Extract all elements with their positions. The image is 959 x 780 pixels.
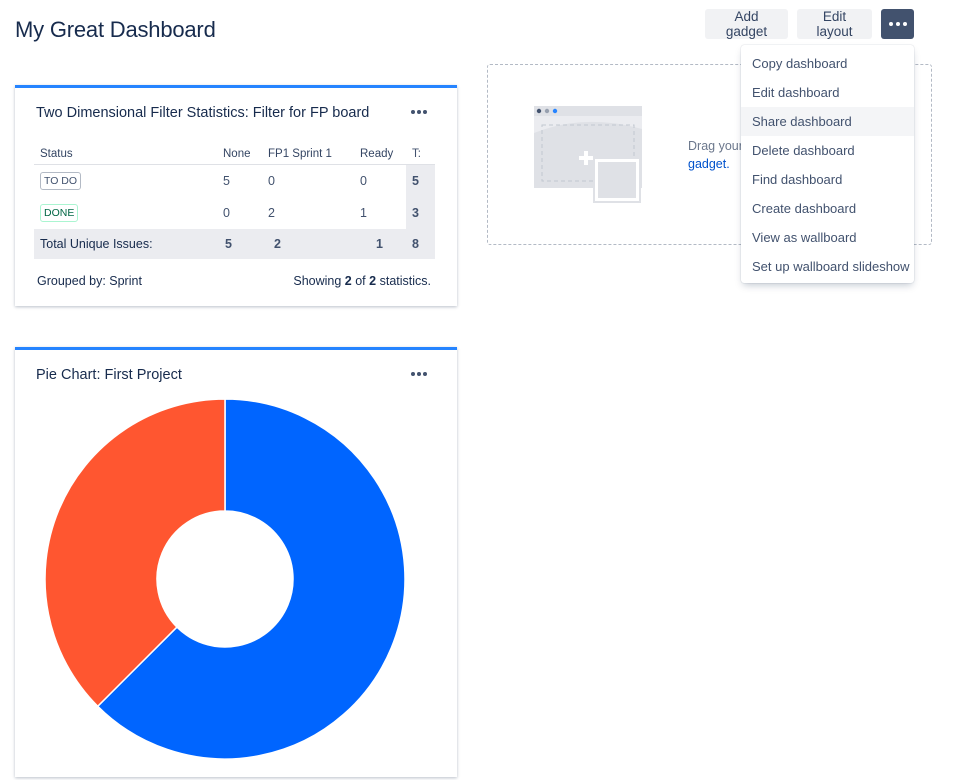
menu-item-wallboard-slideshow[interactable]: Set up wallboard slideshow — [741, 252, 914, 281]
table-row: TO DO 5 0 0 5 — [34, 164, 435, 198]
table-cell[interactable]: 0 — [262, 165, 354, 198]
column-header: Status — [34, 143, 217, 165]
menu-item-copy-dashboard[interactable]: Copy dashboard — [741, 49, 914, 78]
pie-chart-gadget: Pie Chart: First Project — [15, 347, 457, 777]
table-cell[interactable]: 1 — [354, 197, 406, 229]
status-lozenge[interactable]: TO DO — [40, 172, 82, 190]
total-cell[interactable]: 2 — [262, 229, 354, 259]
gadget-menu-button[interactable] — [411, 110, 427, 114]
column-header: Ready — [354, 143, 406, 165]
total-cell[interactable]: 1 — [354, 229, 406, 259]
total-cell[interactable]: 5 — [217, 229, 262, 259]
pie-chart — [44, 398, 406, 760]
more-actions-button[interactable] — [881, 9, 914, 39]
more-horizontal-icon — [888, 22, 907, 26]
total-row: Total Unique Issues: 5 2 1 8 — [34, 229, 435, 259]
showing-text: Showing 2 of 2 statistics. — [293, 274, 431, 288]
drop-zone-text: Drag your gadget. — [688, 139, 743, 171]
filter-statistics-gadget: Two Dimensional Filter Statistics: Filte… — [15, 85, 457, 306]
table-cell[interactable]: 0 — [354, 165, 406, 198]
total-cell[interactable]: 8 — [406, 229, 435, 259]
grouped-by-text: Grouped by: Sprint — [37, 274, 142, 288]
gadget-footer: Grouped by: Sprint Showing 2 of 2 statis… — [37, 274, 431, 288]
table-cell-total[interactable]: 3 — [406, 197, 435, 229]
edit-layout-button[interactable]: Edit layout — [797, 9, 872, 39]
menu-item-delete-dashboard[interactable]: Delete dashboard — [741, 136, 914, 165]
table-row: DONE 0 2 1 3 — [34, 197, 435, 229]
table-cell[interactable]: 2 — [262, 197, 354, 229]
column-header: None — [217, 143, 262, 165]
add-gadget-link[interactable]: gadget. — [688, 157, 730, 171]
page-title: My Great Dashboard — [15, 17, 216, 42]
gadget-title: Two Dimensional Filter Statistics: Filte… — [36, 105, 370, 121]
statistics-table: Status None FP1 Sprint 1 Ready T: TO DO … — [34, 143, 435, 259]
total-label: Total Unique Issues: — [34, 229, 217, 259]
menu-item-view-as-wallboard[interactable]: View as wallboard — [741, 223, 914, 252]
table-cell-total[interactable]: 5 — [406, 164, 435, 197]
table-cell[interactable]: 5 — [217, 165, 262, 198]
column-header: T: — [406, 143, 435, 165]
status-lozenge[interactable]: DONE — [40, 204, 79, 222]
add-gadget-illustration — [534, 106, 642, 203]
column-header: FP1 Sprint 1 — [262, 143, 354, 165]
menu-item-find-dashboard[interactable]: Find dashboard — [741, 165, 914, 194]
menu-item-create-dashboard[interactable]: Create dashboard — [741, 194, 914, 223]
menu-item-edit-dashboard[interactable]: Edit dashboard — [741, 78, 914, 107]
table-cell[interactable]: 0 — [217, 197, 262, 229]
add-gadget-button[interactable]: Add gadget — [705, 9, 788, 39]
more-horizontal-icon — [411, 110, 427, 114]
table-header-row: Status None FP1 Sprint 1 Ready T: — [34, 143, 435, 165]
menu-item-share-dashboard[interactable]: Share dashboard — [741, 107, 914, 136]
dashboard-actions-menu: Copy dashboard Edit dashboard Share dash… — [741, 45, 914, 283]
